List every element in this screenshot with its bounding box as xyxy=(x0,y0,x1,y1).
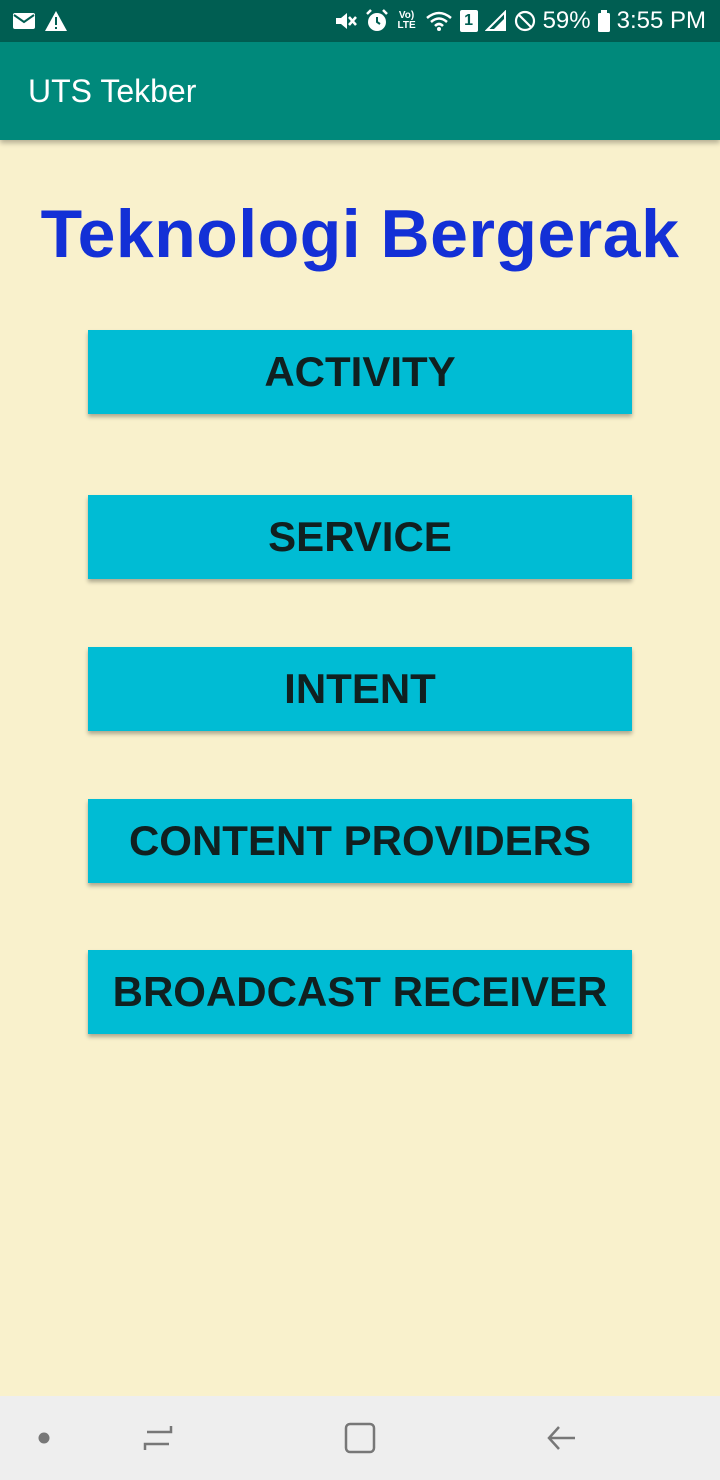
back-icon[interactable] xyxy=(532,1396,592,1480)
volte-icon: Vo) LTE xyxy=(397,10,416,31)
app-title: UTS Tekber xyxy=(28,72,197,109)
sim-icon: 1 xyxy=(459,10,478,32)
battery-percent: 59% xyxy=(542,7,591,34)
battery-icon xyxy=(597,10,610,32)
mail-icon xyxy=(12,12,36,30)
warning-icon xyxy=(44,10,68,32)
do-not-disturb-icon xyxy=(514,10,536,32)
intent-button[interactable]: INTENT xyxy=(88,647,632,731)
navigation-bar xyxy=(0,1396,720,1480)
app-bar: UTS Tekber xyxy=(0,42,720,140)
wifi-icon xyxy=(425,10,453,32)
recents-icon[interactable] xyxy=(128,1396,188,1480)
status-system: Vo) LTE 1 59% 3:55 PM xyxy=(334,7,706,35)
clock: 3:55 PM xyxy=(616,7,706,34)
service-button[interactable]: SERVICE xyxy=(88,495,632,579)
alarm-icon xyxy=(365,9,389,33)
content-providers-button[interactable]: CONTENT PROVIDERS xyxy=(88,799,632,883)
dot-icon[interactable] xyxy=(24,1396,64,1480)
broadcast-receiver-button[interactable]: BROADCAST RECEIVER xyxy=(88,950,632,1034)
activity-button[interactable]: ACTIVITY xyxy=(88,330,632,414)
status-notifications xyxy=(12,10,68,32)
page-heading: Teknologi Bergerak xyxy=(40,196,680,272)
mute-icon xyxy=(334,10,358,32)
status-bar: Vo) LTE 1 59% 3:55 PM xyxy=(0,0,720,42)
home-icon[interactable] xyxy=(330,1396,390,1480)
signal-icon xyxy=(484,10,507,32)
